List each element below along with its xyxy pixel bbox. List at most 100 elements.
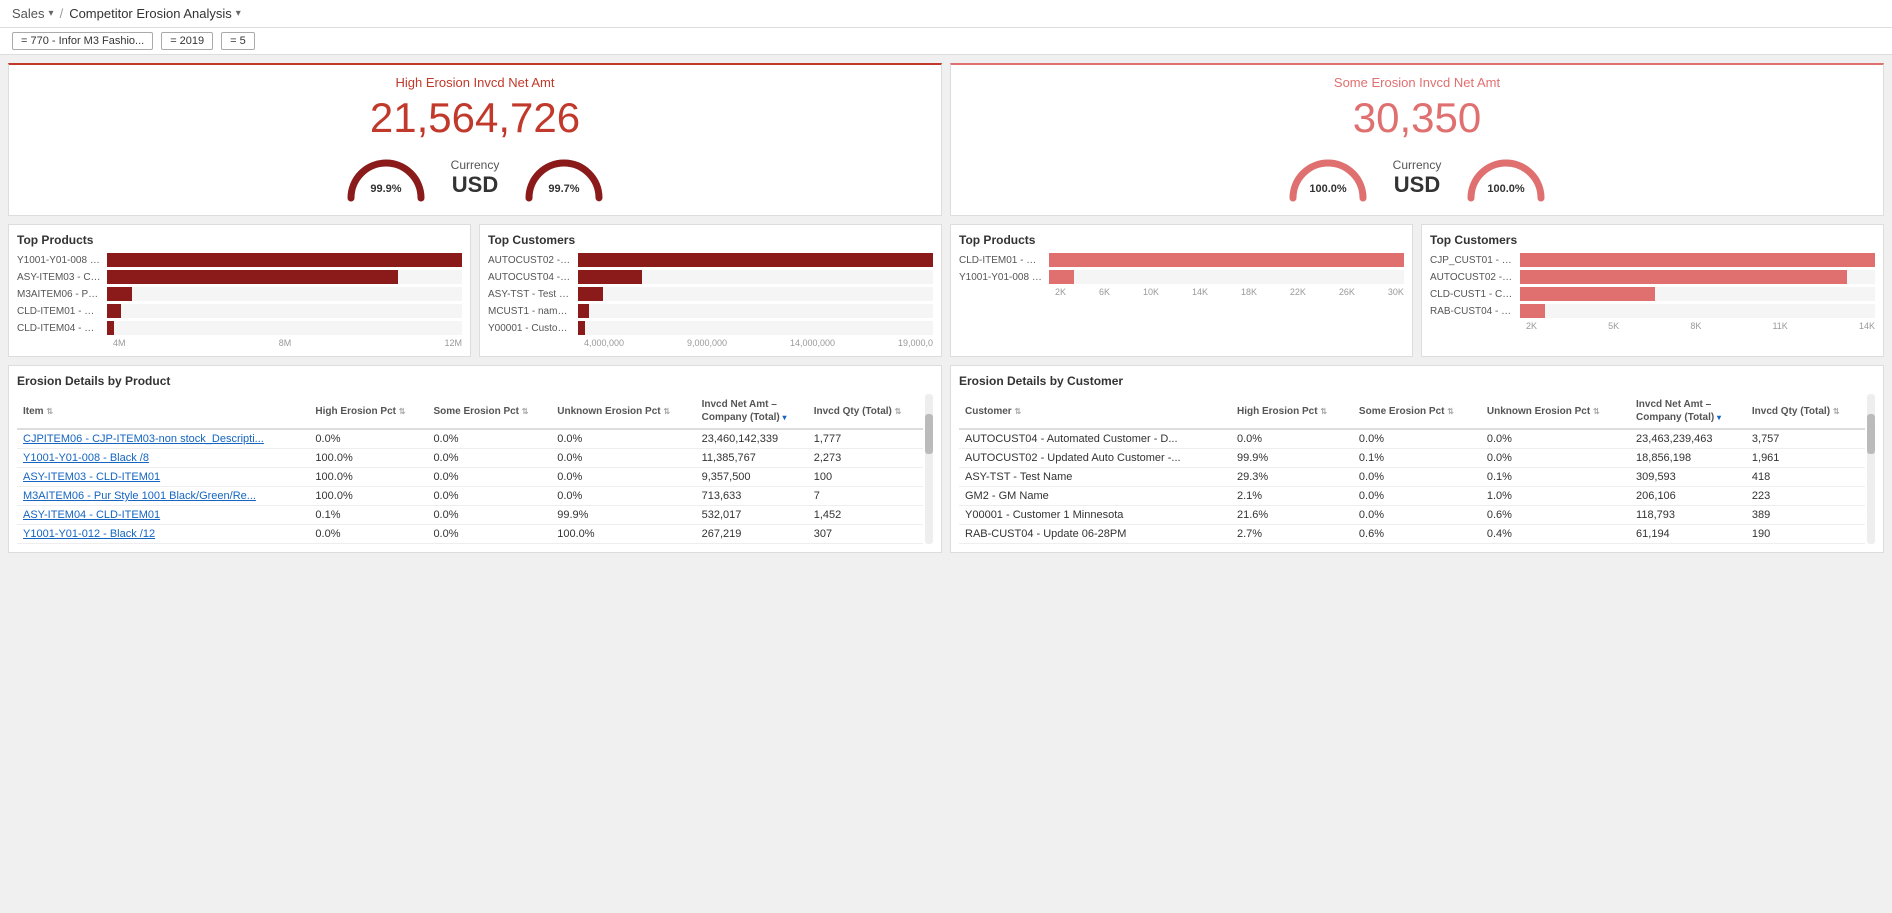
bar-label: CLD-ITEM04 - CL... [17, 323, 107, 334]
some-gauge1-svg: 100.0% [1283, 150, 1373, 205]
high-erosion-gauges: 99.9% Currency USD 99.7% [25, 150, 925, 205]
table-row: Y00001 - Customer 1 Minnesota 21.6% 0.0%… [959, 506, 1865, 525]
cell-qty: 190 [1746, 525, 1865, 544]
bar-axis: 2K6K10K14K18K22K26K30K [959, 287, 1404, 297]
col-unknown-pct[interactable]: Unknown Erosion Pct ⇅ [1481, 394, 1630, 429]
cell-item[interactable]: Y1001-Y01-008 - Black /8 [17, 449, 309, 468]
cell-qty: 1,777 [808, 429, 923, 449]
bar-label: ASY-ITEM03 - CLD... [17, 272, 107, 283]
cell-some: 0.0% [1353, 506, 1481, 525]
high-erosion-panel: High Erosion Invcd Net Amt 21,564,726 99… [8, 63, 942, 216]
bar-row: CLD-CUST1 - CLD... [1430, 287, 1875, 301]
cell-qty: 307 [808, 525, 923, 544]
cell-unknown: 0.0% [1481, 429, 1630, 449]
some-currency-value: USD [1393, 172, 1442, 198]
some-erosion-gauges: 100.0% Currency USD 100.0% [967, 150, 1867, 205]
cell-qty: 7 [808, 487, 923, 506]
erosion-by-customer-title: Erosion Details by Customer [959, 374, 1875, 388]
bar-label: Y00001 - Custom... [488, 323, 578, 334]
high-gauge2-svg: 99.7% [519, 150, 609, 205]
filter-company[interactable]: = 770 - Infor M3 Fashio... [12, 32, 153, 50]
cell-some: 0.6% [1353, 525, 1481, 544]
cell-net-amt: 9,357,500 [696, 468, 808, 487]
breadcrumb-current: Competitor Erosion Analysis [69, 6, 232, 21]
cell-net-amt: 267,219 [696, 525, 808, 544]
cell-some: 0.0% [427, 525, 551, 544]
col-unknown-pct[interactable]: Unknown Erosion Pct ⇅ [551, 394, 695, 429]
cell-unknown: 0.1% [1481, 468, 1630, 487]
cell-unknown: 0.0% [551, 449, 695, 468]
cell-customer: ASY-TST - Test Name [959, 468, 1231, 487]
high-erosion-value: 21,564,726 [25, 94, 925, 142]
bar-row: CLD-ITEM04 - CL... [17, 321, 462, 335]
col-some-pct[interactable]: Some Erosion Pct ⇅ [1353, 394, 1481, 429]
cell-item[interactable]: CJPITEM06 - CJP-ITEM03-non stock_Descrip… [17, 429, 309, 449]
cell-high: 2.1% [1231, 487, 1353, 506]
col-customer[interactable]: Customer ⇅ [959, 394, 1231, 429]
bar-axis: 4,000,0009,000,00014,000,00019,000,0 [488, 338, 933, 348]
high-erosion-gauge1: 99.9% [341, 150, 431, 205]
some-top-products-panel: Top Products CLD-ITEM01 - CL... Y1001-Y0… [950, 224, 1413, 357]
bar-track [1520, 304, 1875, 318]
filter-year[interactable]: = 2019 [161, 32, 213, 50]
bar-row: ASY-ITEM03 - CLD... [17, 270, 462, 284]
cell-high: 99.9% [1231, 449, 1353, 468]
cell-unknown: 0.0% [551, 487, 695, 506]
bar-label: AUTOCUST02 - U... [1430, 272, 1520, 283]
cell-some: 0.0% [427, 468, 551, 487]
some-gauge2-svg: 100.0% [1461, 150, 1551, 205]
cell-unknown: 100.0% [551, 525, 695, 544]
main-content: High Erosion Invcd Net Amt 21,564,726 99… [0, 55, 1892, 561]
col-high-pct[interactable]: High Erosion Pct ⇅ [1231, 394, 1353, 429]
erosion-by-customer-panel: Erosion Details by Customer Customer ⇅ H… [950, 365, 1884, 553]
bar-track [578, 270, 933, 284]
cell-qty: 1,452 [808, 506, 923, 525]
col-net-amt[interactable]: Invcd Net Amt – Company (Total) ▾ [696, 394, 808, 429]
cell-high: 100.0% [309, 468, 427, 487]
bar-row: AUTOCUST02 - U... [1430, 270, 1875, 284]
bar-row: CJP_CUST01 - CJP... [1430, 253, 1875, 267]
cell-net-amt: 61,194 [1630, 525, 1746, 544]
filter-level[interactable]: = 5 [221, 32, 255, 50]
high-erosion-gauge2: 99.7% [519, 150, 609, 205]
cell-qty: 223 [1746, 487, 1865, 506]
col-net-amt[interactable]: Invcd Net Amt – Company (Total) ▾ [1630, 394, 1746, 429]
cell-item[interactable]: M3AITEM06 - Pur Style 1001 Black/Green/R… [17, 487, 309, 506]
cell-customer: AUTOCUST02 - Updated Auto Customer -... [959, 449, 1231, 468]
cell-net-amt: 11,385,767 [696, 449, 808, 468]
cell-item[interactable]: Y1001-Y01-012 - Black /12 [17, 525, 309, 544]
cell-item[interactable]: ASY-ITEM04 - CLD-ITEM01 [17, 506, 309, 525]
bar-label: MCUST1 - name ... [488, 306, 578, 317]
col-qty[interactable]: Invcd Qty (Total) ⇅ [808, 394, 923, 429]
cell-item[interactable]: ASY-ITEM03 - CLD-ITEM01 [17, 468, 309, 487]
cell-net-amt: 532,017 [696, 506, 808, 525]
table-row: Y1001-Y01-012 - Black /12 0.0% 0.0% 100.… [17, 525, 923, 544]
cell-some: 0.0% [1353, 468, 1481, 487]
bar-row: Y1001-Y01-008 - ... [959, 270, 1404, 284]
cell-high: 2.7% [1231, 525, 1353, 544]
bar-row: CLD-ITEM01 - CL... [17, 304, 462, 318]
some-erosion-panel: Some Erosion Invcd Net Amt 30,350 100.0%… [950, 63, 1884, 216]
cell-net-amt: 23,463,239,463 [1630, 429, 1746, 449]
erosion-by-product-title: Erosion Details by Product [17, 374, 933, 388]
high-currency-value: USD [451, 172, 500, 198]
bar-row: AUTOCUST02 - U... [488, 253, 933, 267]
col-some-pct[interactable]: Some Erosion Pct ⇅ [427, 394, 551, 429]
table-row: AUTOCUST04 - Automated Customer - D... 0… [959, 429, 1865, 449]
bar-track [1520, 253, 1875, 267]
cell-some: 0.1% [1353, 449, 1481, 468]
cell-high: 100.0% [309, 487, 427, 506]
col-high-pct[interactable]: High Erosion Pct ⇅ [309, 394, 427, 429]
cell-some: 0.0% [1353, 429, 1481, 449]
erosion-by-customer-table: Customer ⇅ High Erosion Pct ⇅ Some Erosi… [959, 394, 1865, 544]
bar-row: RAB-CUST04 - Up... [1430, 304, 1875, 318]
cell-high: 0.0% [309, 429, 427, 449]
col-item[interactable]: Item ⇅ [17, 394, 309, 429]
col-qty[interactable]: Invcd Qty (Total) ⇅ [1746, 394, 1865, 429]
breadcrumb-parent[interactable]: Sales [12, 6, 45, 21]
erosion-by-product-table: Item ⇅ High Erosion Pct ⇅ Some Erosion P… [17, 394, 923, 544]
some-erosion-currency: Currency USD [1393, 158, 1442, 198]
cell-unknown: 1.0% [1481, 487, 1630, 506]
bar-row: AUTOCUST04 - A... [488, 270, 933, 284]
bar-track [578, 253, 933, 267]
